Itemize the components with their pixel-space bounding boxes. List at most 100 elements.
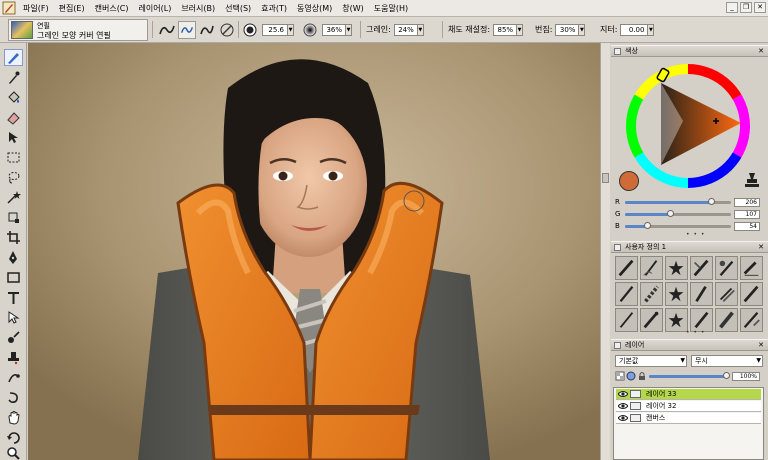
transform-tool[interactable] [4, 209, 23, 226]
dodge-tool[interactable] [4, 369, 23, 386]
layer-adjuster-tool[interactable] [4, 129, 23, 146]
layers-panel-header[interactable]: 레이어 ✕ [611, 339, 768, 351]
brush-variant-cell[interactable] [715, 308, 738, 332]
brush-variant-cell[interactable] [690, 282, 713, 306]
brush-variant-cell[interactable] [615, 308, 638, 332]
brush-variant-cell[interactable] [640, 282, 663, 306]
panel-collapse-icon[interactable] [614, 244, 621, 251]
canvas-vertical-scrollbar[interactable] [600, 43, 610, 460]
grain-field[interactable]: 24% [393, 23, 418, 36]
brush-variant-cell[interactable] [740, 256, 763, 280]
brush-variant-cell[interactable] [715, 256, 738, 280]
brush-variant-cell[interactable] [740, 308, 763, 332]
stroke-curve-icon[interactable] [198, 22, 216, 38]
clone-color-icon[interactable] [743, 171, 761, 189]
composite-method-select[interactable]: 기본값 ▼ [615, 355, 687, 367]
jitter-dropdown-icon[interactable]: ▼ [648, 23, 655, 36]
bleed-dropdown-icon[interactable]: ▼ [579, 23, 586, 36]
lock-layer-icon[interactable] [637, 371, 647, 381]
shape-select-tool[interactable] [4, 309, 23, 326]
brush-variant-cell[interactable] [615, 282, 638, 306]
red-slider-handle[interactable] [707, 197, 715, 205]
panel-resize-grip[interactable]: • • • [686, 231, 705, 238]
menu-help[interactable]: 도움말(H) [369, 3, 413, 14]
brush-variant-cell[interactable] [665, 308, 688, 332]
brush-variant-cell[interactable] [615, 256, 638, 280]
rect-select-tool[interactable] [4, 149, 23, 166]
pick-up-underlying-icon[interactable] [626, 371, 636, 381]
eye-icon[interactable] [618, 402, 628, 410]
color-wheel[interactable] [623, 61, 753, 191]
color-panel-header[interactable]: 색상 ✕ [611, 45, 768, 57]
menu-effects[interactable]: 효과(T) [256, 3, 292, 14]
magic-wand-tool[interactable] [4, 189, 23, 206]
green-value[interactable]: 107 [734, 209, 760, 219]
stroke-freehand-icon[interactable] [158, 22, 176, 38]
opacity-field[interactable]: 36% [322, 23, 346, 36]
brush-tool[interactable] [4, 49, 23, 66]
paint-bucket-tool[interactable] [4, 89, 23, 106]
bleed-field[interactable]: 30% [555, 23, 580, 36]
menu-edit[interactable]: 편집(E) [54, 3, 90, 14]
lasso-tool[interactable] [4, 169, 23, 186]
brush-variant-cell[interactable] [690, 256, 713, 280]
menu-window[interactable]: 창(W) [337, 3, 369, 14]
main-color-swatch[interactable] [619, 171, 639, 191]
layer-row-layer-32[interactable]: 레이어 32 [616, 401, 761, 412]
size-dropdown-icon[interactable]: ▼ [288, 23, 294, 36]
grabber-tool[interactable] [4, 409, 23, 426]
layer-row-layer-33[interactable]: 레이어 33 [616, 389, 761, 400]
clone-tool[interactable] [4, 329, 23, 346]
red-value[interactable]: 206 [734, 197, 760, 207]
dropper-tool[interactable] [4, 69, 23, 86]
layer-opacity-value[interactable]: 100% [732, 371, 760, 381]
composite-depth-select[interactable]: 무시 ▼ [691, 355, 763, 367]
brush-variant-cell[interactable] [640, 256, 663, 280]
panel-resize-grip[interactable]: • • • [686, 329, 705, 336]
panel-collapse-icon[interactable] [614, 342, 621, 349]
brush-variant-cell[interactable] [640, 308, 663, 332]
brush-variant-cell[interactable] [665, 256, 688, 280]
close-icon[interactable]: ✕ [754, 2, 766, 13]
menu-file[interactable]: 파일(F) [18, 3, 54, 14]
size-field[interactable]: 25.6 [262, 23, 288, 36]
pen-tool[interactable] [4, 249, 23, 266]
menu-canvas[interactable]: 캔버스(C) [90, 3, 134, 14]
rubber-stamp-tool[interactable] [4, 349, 23, 366]
opacity-dropdown-icon[interactable]: ▼ [346, 23, 352, 36]
layer-opacity-handle[interactable] [723, 371, 730, 379]
blue-slider[interactable] [625, 221, 731, 229]
resaturation-field[interactable]: 85% [493, 23, 518, 36]
rectangle-tool[interactable] [4, 269, 23, 286]
green-slider-handle[interactable] [666, 209, 674, 217]
panel-close-icon[interactable]: ✕ [758, 242, 764, 253]
preserve-transparency-icon[interactable] [615, 371, 625, 381]
brush-variant-cell[interactable] [715, 282, 738, 306]
rotate-page-tool[interactable] [4, 429, 23, 446]
red-slider[interactable] [625, 197, 731, 205]
eye-icon[interactable] [618, 414, 628, 422]
brush-variant-cell[interactable] [665, 282, 688, 306]
stroke-straight-icon[interactable] [178, 21, 196, 39]
menu-layer[interactable]: 레이어(L) [134, 3, 177, 14]
burn-tool[interactable] [4, 389, 23, 406]
brush-selector[interactable]: 연필 그레인 모양 커버 연필 [8, 19, 148, 41]
layer-opacity-slider[interactable] [649, 371, 730, 379]
minimize-icon[interactable]: _ [726, 2, 738, 13]
magnifier-tool[interactable] [4, 445, 23, 460]
eraser-tool[interactable] [4, 109, 23, 126]
jitter-field[interactable]: 0.00 [620, 23, 649, 36]
text-tool[interactable] [4, 289, 23, 306]
brush-panel-header[interactable]: 사용자 정의 1 ✕ [611, 241, 768, 253]
eye-icon[interactable] [618, 390, 628, 398]
panel-collapse-icon[interactable] [614, 48, 621, 55]
resaturation-dropdown-icon[interactable]: ▼ [517, 23, 524, 36]
green-slider[interactable] [625, 209, 731, 217]
restore-icon[interactable]: ❐ [740, 2, 752, 13]
panel-close-icon[interactable]: ✕ [758, 46, 764, 57]
menu-movie[interactable]: 동영상(M) [292, 3, 337, 14]
canvas-area[interactable] [28, 43, 600, 460]
menu-brush[interactable]: 브러시(B) [176, 3, 220, 14]
grain-dropdown-icon[interactable]: ▼ [417, 23, 424, 36]
panel-close-icon[interactable]: ✕ [758, 340, 764, 351]
